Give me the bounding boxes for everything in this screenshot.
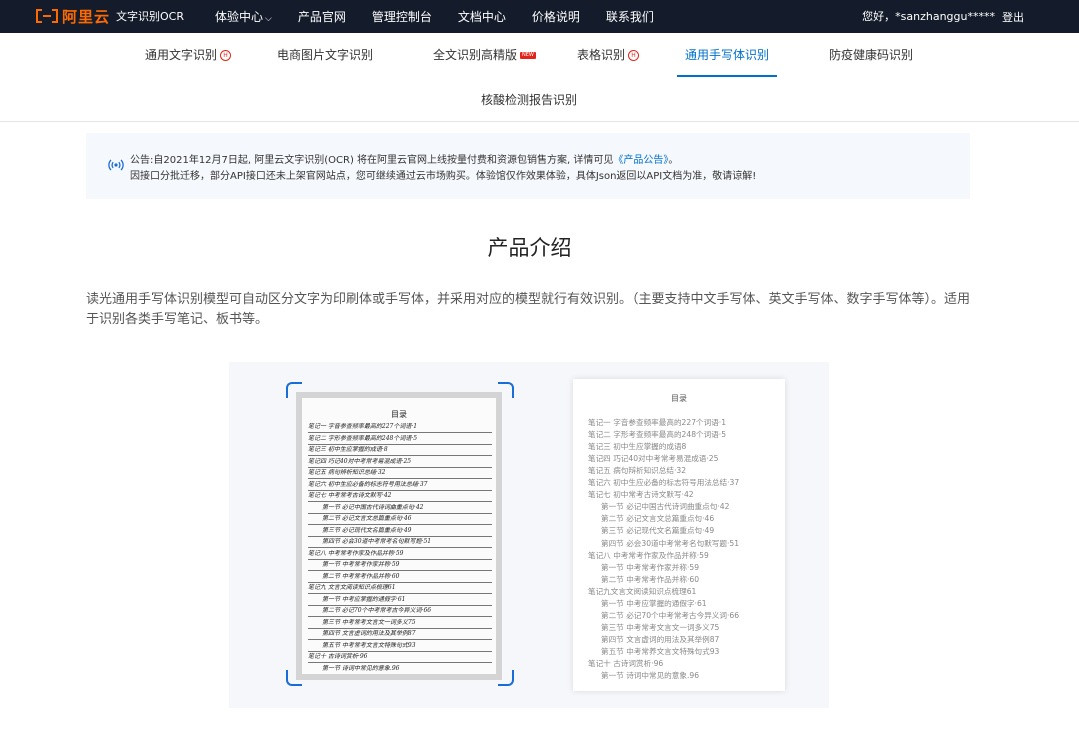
handwritten-title: 目录 [391,410,407,419]
nav-product-site[interactable]: 产品官网 [298,8,346,25]
handwritten-line: 第一节 中考常考作家并称·59 [308,560,492,571]
recognition-result-card: 目录 笔记一 字音参查频率最高的227个词语·1 笔记二 字形考查频率最高的248… [573,379,785,691]
handwritten-line: 第一节 诗词中常见的意象.96 [308,664,492,674]
top-nav: 体验中心 ⌵ 产品官网 管理控制台 文档中心 价格说明 联系我们 [215,0,680,33]
handwritten-line: 第四节 文言虚词的用法及其举例87 [308,629,492,640]
handwritten-line: 第四节 必会30道中考常考名句默写题·51 [308,537,492,548]
nav-contact[interactable]: 联系我们 [606,8,654,25]
result-line: 第二节 必记70个中考常考古今异义词·66 [601,610,740,620]
result-line: 第三节 必记现代文名篇重点句·49 [601,526,715,536]
hot-badge-icon: H [220,50,232,61]
hot-badge-icon: H [628,50,640,61]
tab-table-ocr[interactable]: 表格识别 H [577,33,640,77]
result-line: 第四节 文言虚词的用法及其举例87 [601,634,720,644]
nav-experience-center[interactable]: 体验中心 ⌵ [215,8,272,25]
handwritten-line: 笔记四 巧记40对中考常考易混成语·25 [308,457,492,468]
broadcast-icon [108,159,124,171]
product-name: 文字识别OCR [116,10,184,23]
handwritten-line: 第二节 必记文言文总篇重点句·46 [308,514,492,525]
handwritten-line: 笔记五 病句辨析知识总结·32 [308,468,492,479]
handwritten-line: 笔记九 文言文阅读知识点梳理61 [308,583,492,594]
handwritten-line: 第一节 必记中国古代诗词曲重点句·42 [308,503,492,514]
nav-console[interactable]: 管理控制台 [372,8,432,25]
result-line: 第四节 必会30道中考常考名句默写题·51 [601,538,740,548]
handwritten-line: 第二节 必记70个中考常考古今异义词·66 [308,606,492,617]
result-title: 目录 [671,394,687,403]
handwritten-line: 第三节 中考常考文言文一词多义75 [308,618,492,629]
tab-handwriting-ocr[interactable]: 通用手写体识别 [676,33,778,77]
result-line: 第一节 必记中国古代诗词曲重点句·42 [601,502,730,512]
nav-docs[interactable]: 文档中心 [458,8,506,25]
result-line: 第二节 必记文言文总篇重点句·46 [601,514,715,524]
tab-fulltext-ocr[interactable]: 全文识别高精版 NEW [433,33,536,77]
result-line: 笔记十 古诗词赏析·96 [588,659,664,668]
handwritten-line: 笔记七 中考常考古诗文默写·42 [308,491,492,502]
result-line: 笔记八 中考常考作家及作品并称·59 [588,550,709,560]
announcement-link[interactable]: 《产品公告》 [613,155,668,166]
handwritten-line: 笔记三 初中生应掌握的成语·8 [308,445,492,456]
result-line: 笔记二 字形考查频率最高的248个词语·5 [588,430,727,440]
result-line: 第一节 中考常考作家并称·59 [601,562,700,572]
section-title: 产品介绍 [487,236,572,260]
result-line: 笔记三 初中生应掌握的成语8 [588,442,687,452]
logout-link[interactable]: 登出 [1002,0,1024,33]
demo-panel: 目录 笔记一 字音参查频率最高的227个词语·1 笔记二 字形参查频率最高的248… [229,362,829,708]
result-line: 笔记四 巧记40对中考常考易混成语·25 [588,454,719,464]
user-greeting: 您好，*sanzhanggu***** [862,9,995,23]
product-description: 读光通用手写体识别模型可自动区分文字为印刷体或手写体，并采用对应的模型就行有效识… [86,292,971,327]
aliyun-logo-icon [36,9,58,23]
handwritten-line: 第五节 中考常考文言文特殊句式93 [308,641,492,652]
tab-ecommerce-ocr[interactable]: 电商图片文字识别 [277,33,373,77]
result-line: 笔记一 字音参查频率最高的227个词语·1 [588,418,727,427]
handwritten-sample-image: 目录 笔记一 字音参查频率最高的227个词语·1 笔记二 字形参查频率最高的248… [296,392,502,680]
result-line: 第三节 中考常考文言文一词多义75 [601,622,720,632]
tab-nucleic-report-ocr[interactable]: 核酸检测报告识别 [481,78,577,122]
handwritten-line: 笔记十 古诗词赏析·96 [308,652,492,663]
product-tabs: 通用文字识别 H 电商图片文字识别 全文识别高精版 NEW 表格识别 H 通用手写体识… [0,33,1079,122]
result-line: 笔记六 初中生应必备的标志符号用法总结·37 [588,478,740,488]
handwritten-line: 笔记六 初中生应必备的标志符号用法总结·37 [308,480,492,491]
announcement-line-2: 因接口分批迁移，部分API接口还未上架官网站点，您可继续通过云市场购买。体验馆仅… [130,171,757,182]
handwritten-line: 第三节 必记现代文名篇重点句·49 [308,526,492,537]
result-line: 第一节 诗词中常见的意象.96 [601,671,700,681]
announcement-banner: 公告:自2021年12月7日起, 阿里云文字识别(OCR) 将在阿里云官网上线按… [86,133,970,199]
top-header: 阿里云 文字识别OCR 体验中心 ⌵ 产品官网 管理控制台 文档中心 价格说明 联… [0,0,1079,33]
handwritten-line: 笔记一 字音参查频率最高的227个词语·1 [308,422,492,433]
logo-text: 阿里云 [62,7,111,26]
result-line: 笔记五 病句辩析知识总结·32 [588,466,687,476]
result-line: 第五节 中考常养文言文特殊句式93 [601,646,720,656]
announcement-line-1: 公告:自2021年12月7日起, 阿里云文字识别(OCR) 将在阿里云官网上线按… [130,155,679,166]
new-badge: NEW [520,52,536,59]
tab-health-code-ocr[interactable]: 防疫健康码识别 [829,33,913,77]
aliyun-logo[interactable]: 阿里云 文字识别OCR [36,3,184,29]
handwritten-line: 第二节 中考常考作品并称·60 [308,572,492,583]
tab-general-ocr[interactable]: 通用文字识别 H [145,33,232,77]
chevron-down-icon: ⌵ [265,14,272,24]
handwritten-line: 笔记八 中考常考作家及作品并称·59 [308,549,492,560]
handwritten-line: 笔记二 字形参查频率最高的248个词语·5 [308,434,492,445]
result-line: 第一节 中考应掌握的通假字·61 [601,598,707,608]
result-line: 笔记七 初中常考古诗文默写·42 [588,490,694,500]
result-line: 第二节 中考常考作品并称·60 [601,574,700,584]
result-line: 笔记九文言文阅读知识点梳理61 [588,586,697,596]
nav-pricing[interactable]: 价格说明 [532,8,580,25]
handwritten-line: 第一节 中考应掌握的通假字·61 [308,595,492,606]
